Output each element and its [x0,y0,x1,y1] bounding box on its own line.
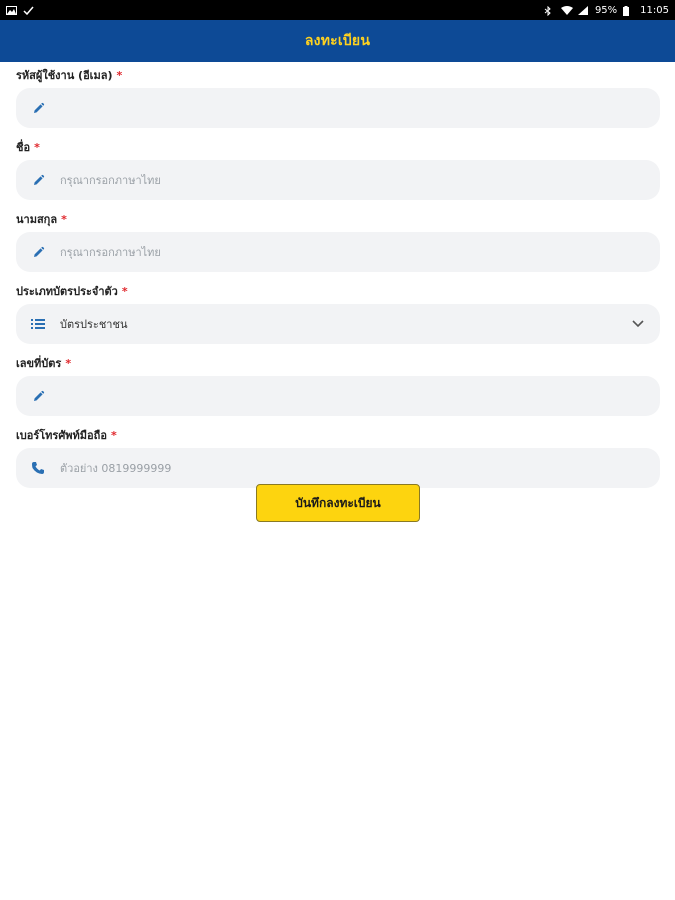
required-mark: * [34,140,40,154]
status-bar-right: 95% 11:05 [544,5,669,16]
phone-placeholder: ตัวอย่าง 0819999999 [60,462,172,475]
field-label: รหัสผู้ใช้งาน (อีเมล) * [16,66,660,84]
last-name-input[interactable]: กรุณากรอกภาษาไทย [16,232,660,272]
phone-icon [30,460,46,476]
first-name-placeholder: กรุณากรอกภาษาไทย [60,174,161,187]
field-label-text: นามสกุล [16,213,58,226]
status-bar-left [6,5,34,15]
registration-form: รหัสผู้ใช้งาน (อีเมล) * ชื่อ * กรุณากรอกภา… [16,66,660,498]
field-label: ชื่อ * [16,138,660,156]
field-label-text: ประเภทบัตรประจำตัว [16,285,118,298]
pencil-icon [30,388,46,404]
first-name-input[interactable]: กรุณากรอกภาษาไทย [16,160,660,200]
chevron-down-icon[interactable] [630,316,646,332]
status-bar: 95% 11:05 [0,0,675,20]
field-label-text: ชื่อ [16,141,31,154]
battery-icon [623,5,634,16]
id-number-input[interactable] [16,376,660,416]
submit-registration-button[interactable]: บันทึกลงทะเบียน [256,484,420,522]
wifi-icon [560,5,573,15]
field-label-text: เบอร์โทรศัพท์มือถือ [16,429,107,442]
field-first-name: ชื่อ * กรุณากรอกภาษาไทย [16,138,660,200]
email-input[interactable] [16,88,660,128]
id-type-selected-value: บัตรประชาชน [60,318,128,331]
id-type-select[interactable]: บัตรประชาชน [16,304,660,344]
required-mark: * [61,212,67,226]
phone-input[interactable]: ตัวอย่าง 0819999999 [16,448,660,488]
field-label: ประเภทบัตรประจำตัว * [16,282,660,300]
pencil-icon [30,172,46,188]
field-email: รหัสผู้ใช้งาน (อีเมล) * [16,66,660,128]
required-mark: * [110,428,117,442]
required-mark: * [116,68,123,82]
battery-level: 95% [594,4,618,16]
required-mark: * [65,356,72,370]
check-notification-icon [23,6,34,15]
bluetooth-icon [544,5,555,16]
field-label: เลขที่บัตร * [16,354,660,372]
list-icon [30,316,46,332]
field-label-text: รหัสผู้ใช้งาน (อีเมล) [16,69,113,82]
required-mark: * [121,284,128,298]
field-phone: เบอร์โทรศัพท์มือถือ * ตัวอย่าง 0819999999 [16,426,660,488]
field-last-name: นามสกุล * กรุณากรอกภาษาไทย [16,210,660,272]
field-label: นามสกุล * [16,210,660,228]
field-id-type: ประเภทบัตรประจำตัว * บัตรประชาชน [16,282,660,344]
submit-button-label: บันทึกลงทะเบียน [295,495,381,510]
app-bar: ลงทะเบียน [0,20,675,62]
field-label: เบอร์โทรศัพท์มือถือ * [16,426,660,444]
pencil-icon [30,100,46,116]
page-title: ลงทะเบียน [304,33,371,49]
pencil-icon [30,244,46,260]
last-name-placeholder: กรุณากรอกภาษาไทย [60,246,161,259]
gallery-notification-icon [6,5,17,15]
field-id-number: เลขที่บัตร * [16,354,660,416]
clock: 11:05 [640,4,669,16]
field-label-text: เลขที่บัตร [16,357,62,370]
signal-icon [577,5,589,15]
